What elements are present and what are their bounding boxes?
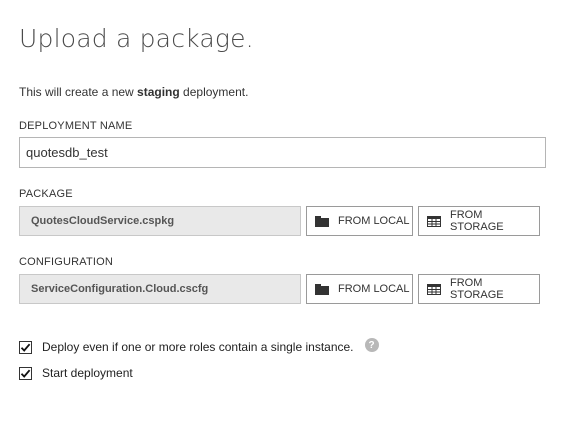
deployment-name-input[interactable]: [19, 137, 546, 168]
package-from-storage-label: FROM STORAGE: [450, 209, 504, 233]
option-deploy-single-instance: Deploy even if one or more roles contain…: [19, 338, 379, 354]
package-label: PACKAGE: [19, 188, 73, 200]
page-title: Upload a package.: [19, 24, 254, 53]
configuration-from-local-label: FROM LOCAL: [338, 283, 410, 295]
start-deployment-label: Start deployment: [42, 366, 133, 380]
configuration-from-storage-button[interactable]: FROM STORAGE: [418, 274, 540, 304]
configuration-file-field[interactable]: ServiceConfiguration.Cloud.cscfg: [19, 274, 301, 304]
start-deployment-checkbox[interactable]: [19, 366, 32, 380]
deploy-single-instance-checkbox[interactable]: [19, 340, 32, 354]
package-file-field[interactable]: QuotesCloudService.cspkg: [19, 206, 301, 236]
storage-table-icon: [427, 283, 441, 295]
configuration-from-local-button[interactable]: FROM LOCAL: [306, 274, 413, 304]
page-subtitle: This will create a new staging deploymen…: [19, 85, 248, 99]
subtitle-emphasis: staging: [137, 85, 180, 99]
subtitle-text-after: deployment.: [179, 85, 249, 99]
question-circle-icon[interactable]: ?: [364, 338, 379, 352]
folder-icon: [315, 283, 329, 295]
deployment-name-label: DEPLOYMENT NAME: [19, 120, 133, 132]
package-from-local-button[interactable]: FROM LOCAL: [306, 206, 413, 236]
package-from-storage-button[interactable]: FROM STORAGE: [418, 206, 540, 236]
configuration-label: CONFIGURATION: [19, 256, 114, 268]
folder-icon: [315, 215, 329, 227]
package-from-local-label: FROM LOCAL: [338, 215, 410, 227]
configuration-from-storage-label: FROM STORAGE: [450, 277, 504, 301]
deploy-single-instance-label: Deploy even if one or more roles contain…: [42, 340, 354, 354]
option-start-deployment: Start deployment: [19, 366, 133, 380]
storage-table-icon: [427, 215, 441, 227]
checkmark-icon: [20, 343, 31, 352]
checkmark-icon: [20, 369, 31, 378]
subtitle-text-before: This will create a new: [19, 85, 138, 99]
